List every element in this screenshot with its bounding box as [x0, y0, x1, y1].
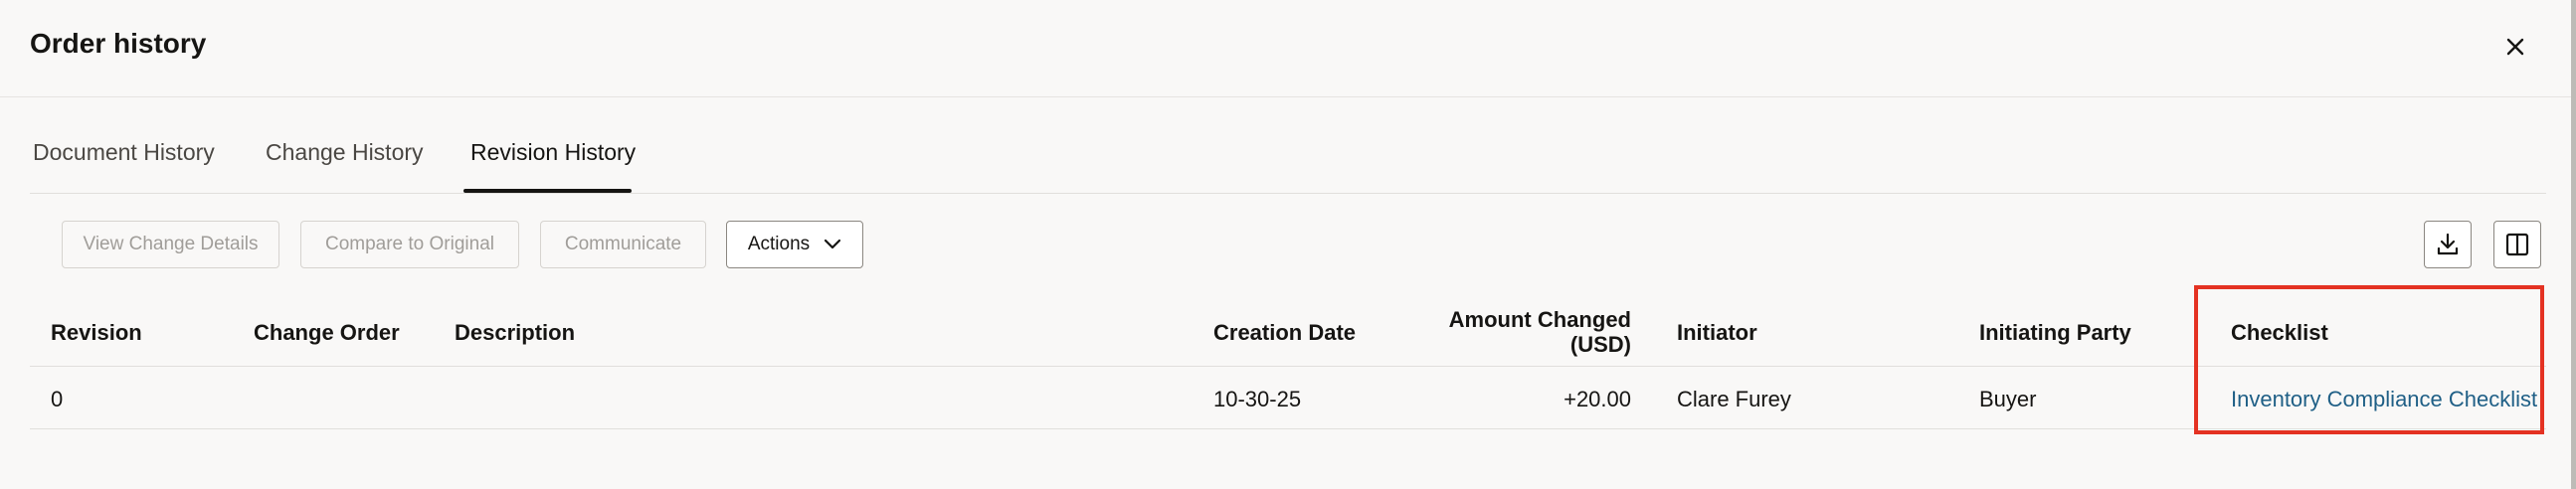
- dialog-title: Order history: [30, 28, 207, 59]
- compare-to-original-button[interactable]: Compare to Original: [300, 221, 519, 268]
- actions-label: Actions: [747, 234, 811, 254]
- export-button[interactable]: [2424, 221, 2472, 268]
- view-change-details-button[interactable]: View Change Details: [62, 221, 279, 268]
- close-icon: [2506, 38, 2524, 56]
- scrollbar[interactable]: [2571, 0, 2576, 489]
- amount-header-line1: Amount Changed: [1448, 307, 1631, 332]
- column-header-initiator[interactable]: Initiator: [1677, 320, 1757, 346]
- columns-icon: [2505, 233, 2529, 256]
- column-header-description[interactable]: Description: [455, 320, 575, 346]
- communicate-button[interactable]: Communicate: [540, 221, 706, 268]
- column-header-revision[interactable]: Revision: [51, 320, 142, 346]
- header-divider: [30, 366, 2546, 367]
- chevron-down-icon: [825, 239, 841, 249]
- download-icon: [2437, 233, 2459, 255]
- cell-initiating-party: Buyer: [1979, 387, 2037, 411]
- column-header-creation-date[interactable]: Creation Date: [1213, 320, 1356, 346]
- column-header-change-order[interactable]: Change Order: [254, 320, 400, 346]
- tab-document-history[interactable]: Document History: [33, 139, 215, 166]
- close-button[interactable]: [2500, 32, 2530, 62]
- cell-revision: 0: [51, 387, 64, 411]
- tabs-divider: [30, 193, 2546, 194]
- dialog-header: Order history: [0, 0, 2576, 97]
- manage-columns-button[interactable]: [2493, 221, 2541, 268]
- cell-amount-changed: +20.00: [1564, 387, 1631, 411]
- column-header-initiating-party[interactable]: Initiating Party: [1979, 320, 2131, 346]
- tab-change-history[interactable]: Change History: [266, 139, 424, 166]
- cell-initiator: Clare Furey: [1677, 387, 1791, 411]
- amount-header-line2: (USD): [1569, 332, 1631, 357]
- row-divider: [30, 428, 2546, 429]
- tab-revision-history[interactable]: Revision History: [470, 139, 636, 166]
- column-header-amount-changed[interactable]: Amount Changed (USD): [1373, 307, 1631, 357]
- cell-creation-date: 10-30-25: [1213, 387, 1302, 411]
- actions-menu-button[interactable]: Actions: [726, 221, 863, 268]
- checklist-column-highlight: [2194, 285, 2544, 434]
